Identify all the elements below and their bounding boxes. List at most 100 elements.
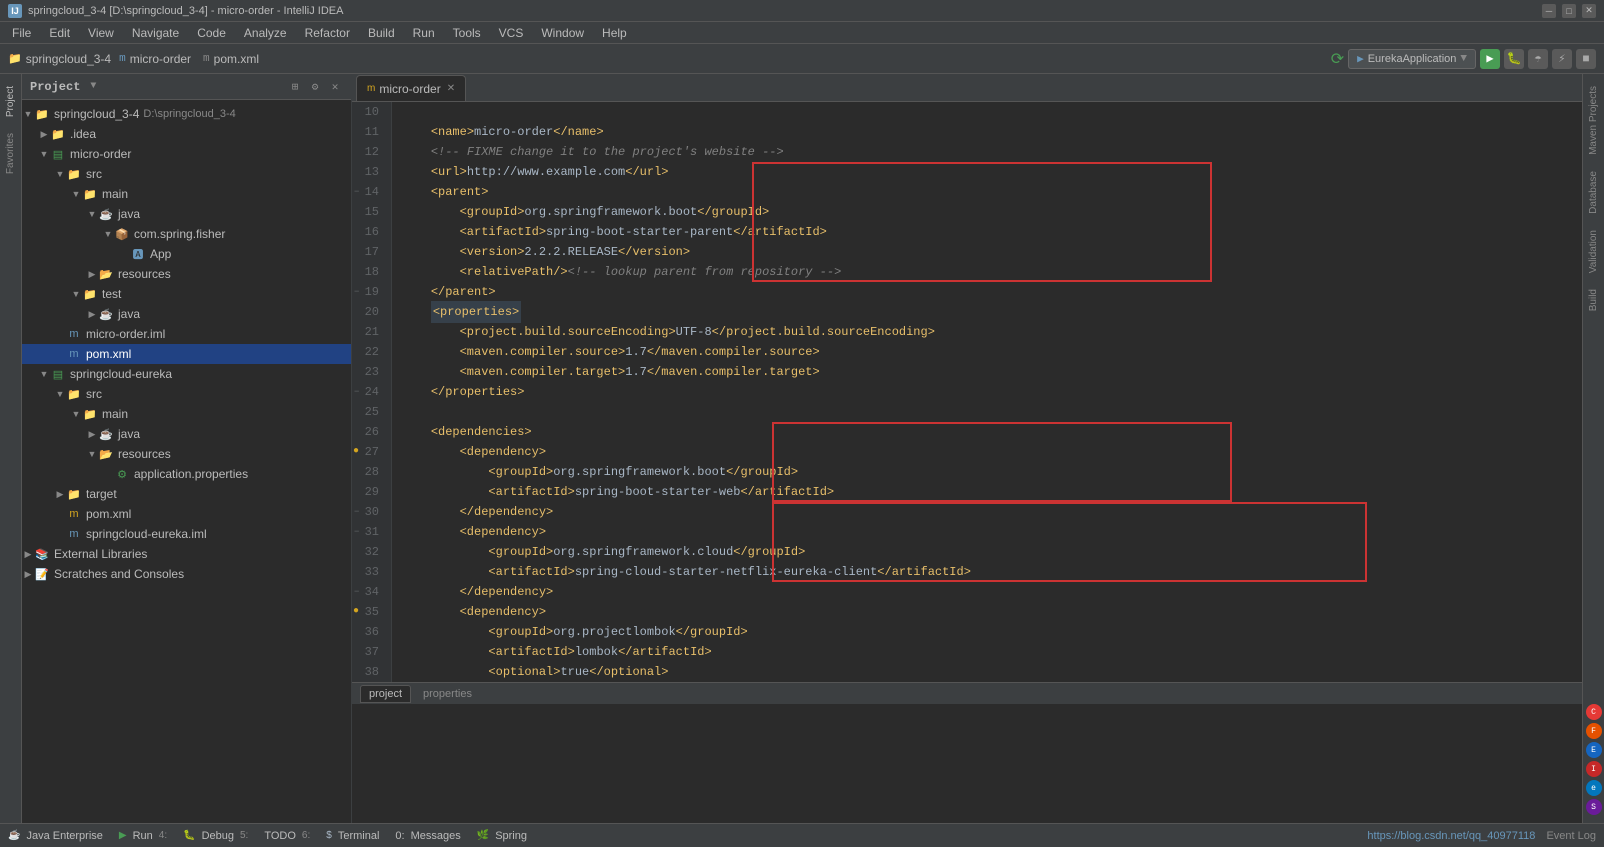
minimize-button[interactable]: ─ bbox=[1542, 4, 1556, 18]
panel-action-gear[interactable]: ⚙ bbox=[307, 79, 323, 95]
code-line-31: <dependency> bbox=[392, 522, 1582, 542]
tree-item-test[interactable]: ▼ 📁 test bbox=[22, 284, 351, 304]
tree-item-eureka-java[interactable]: ▶ ☕ java bbox=[22, 424, 351, 444]
menu-navigate[interactable]: Navigate bbox=[124, 24, 187, 42]
menu-file[interactable]: File bbox=[4, 24, 39, 42]
browser-chrome-icon[interactable]: C bbox=[1586, 704, 1602, 720]
status-terminal[interactable]: $ Terminal bbox=[326, 830, 379, 842]
tree-item-eureka-iml[interactable]: ▶ m springcloud-eureka.iml bbox=[22, 524, 351, 544]
vtab-build[interactable]: Build bbox=[1585, 281, 1602, 319]
status-bar: ☕ Java Enterprise ▶ Run 4: 🐛 Debug 5: TO… bbox=[0, 823, 1604, 847]
status-url: https://blog.csdn.net/qq_40977118 Event … bbox=[1367, 830, 1596, 842]
status-messages[interactable]: 0: Messages bbox=[395, 830, 460, 842]
status-todo[interactable]: TODO 6: bbox=[264, 830, 310, 842]
menu-run[interactable]: Run bbox=[405, 24, 443, 42]
menu-code[interactable]: Code bbox=[189, 24, 234, 42]
menu-vcs[interactable]: VCS bbox=[491, 24, 532, 42]
tree-item-eureka-src[interactable]: ▼ 📁 src bbox=[22, 384, 351, 404]
tree-item-external[interactable]: ▶ 📚 External Libraries bbox=[22, 544, 351, 564]
menu-analyze[interactable]: Analyze bbox=[236, 24, 295, 42]
vtab-maven[interactable]: Maven Projects bbox=[1585, 78, 1602, 163]
code-line-23: <maven.compiler.target>1.7</maven.compil… bbox=[392, 362, 1582, 382]
tree-item-eureka-resources[interactable]: ▼ 📂 resources bbox=[22, 444, 351, 464]
icon-eureka-iml: m bbox=[66, 526, 82, 542]
status-spring[interactable]: 🌿 Spring bbox=[477, 830, 527, 842]
tab-micro-order[interactable]: m micro-order ✕ bbox=[356, 75, 466, 101]
code-line-38: <optional>true</optional> bbox=[392, 662, 1582, 682]
tree-item-main[interactable]: ▼ 📁 main bbox=[22, 184, 351, 204]
browser-ie-icon[interactable]: I bbox=[1586, 761, 1602, 777]
tree-item-resources[interactable]: ▶ 📂 resources bbox=[22, 264, 351, 284]
ln-14: −14 bbox=[352, 182, 385, 202]
filename-java: java bbox=[118, 207, 140, 221]
menu-help[interactable]: Help bbox=[594, 24, 635, 42]
ln-23: 23 bbox=[352, 362, 385, 382]
code-line-18: <relativePath/> <!-- lookup parent from … bbox=[392, 262, 1582, 282]
tree-item-springcloud[interactable]: ▼ 📁 springcloud_3-4 D:\springcloud_3-4 bbox=[22, 104, 351, 124]
browser-explorer-icon[interactable]: e bbox=[1586, 780, 1602, 796]
right-tools: Maven Projects Database Validation Build… bbox=[1582, 74, 1604, 823]
debug-button[interactable]: 🐛 bbox=[1504, 49, 1524, 69]
ln-31: −31 bbox=[352, 522, 385, 542]
vtab-favorites[interactable]: Favorites bbox=[2, 125, 19, 182]
sync-icon[interactable]: ⟳ bbox=[1331, 49, 1344, 69]
tree-item-pom2[interactable]: ▶ m pom.xml bbox=[22, 504, 351, 524]
code-line-10 bbox=[392, 102, 1582, 122]
browser-icons-area: C F E I e S bbox=[1586, 700, 1602, 819]
code-line-20: <properties> bbox=[392, 302, 1582, 322]
maximize-button[interactable]: □ bbox=[1562, 4, 1576, 18]
arrow-eureka: ▼ bbox=[38, 369, 50, 379]
tree-item-micro-order-iml[interactable]: ▶ m micro-order.iml bbox=[22, 324, 351, 344]
tree-item-app-props[interactable]: ▶ ⚙ application.properties bbox=[22, 464, 351, 484]
menu-view[interactable]: View bbox=[80, 24, 122, 42]
tree-item-test-java[interactable]: ▶ ☕ java bbox=[22, 304, 351, 324]
tree-item-micro-order[interactable]: ▼ ▤ micro-order bbox=[22, 144, 351, 164]
tree-item-package[interactable]: ▼ 📦 com.spring.fisher bbox=[22, 224, 351, 244]
run-config-selector[interactable]: ▶ EurekaApplication ▼ bbox=[1348, 49, 1476, 69]
browser-edge-icon[interactable]: E bbox=[1586, 742, 1602, 758]
tree-item-src[interactable]: ▼ 📁 src bbox=[22, 164, 351, 184]
bottom-tab-properties[interactable]: properties bbox=[415, 686, 480, 702]
ln-30: −30 bbox=[352, 502, 385, 522]
menu-refactor[interactable]: Refactor bbox=[297, 24, 358, 42]
status-debug[interactable]: 🐛 Debug 5: bbox=[183, 830, 248, 842]
filepath-springcloud: D:\springcloud_3-4 bbox=[143, 108, 235, 120]
close-button[interactable]: ✕ bbox=[1582, 4, 1596, 18]
filename-eureka-java: java bbox=[118, 427, 140, 441]
vtab-database[interactable]: Database bbox=[1585, 163, 1602, 222]
panel-action-layout[interactable]: ⊞ bbox=[287, 79, 303, 95]
code-content[interactable]: <name>micro-order</name> <!-- FIXME chan… bbox=[392, 102, 1582, 682]
panel-action-close[interactable]: ✕ bbox=[327, 79, 343, 95]
ln-11: 11 bbox=[352, 122, 385, 142]
menu-edit[interactable]: Edit bbox=[41, 24, 78, 42]
stop-button[interactable]: ■ bbox=[1576, 49, 1596, 69]
tree-item-idea[interactable]: ▶ 📁 .idea bbox=[22, 124, 351, 144]
tree-item-scratches[interactable]: ▶ 📝 Scratches and Consoles bbox=[22, 564, 351, 584]
tree-item-java[interactable]: ▼ ☕ java bbox=[22, 204, 351, 224]
menu-window[interactable]: Window bbox=[533, 24, 592, 42]
ln-12: 12 bbox=[352, 142, 385, 162]
event-log-label[interactable]: Event Log bbox=[1546, 830, 1596, 842]
menu-build[interactable]: Build bbox=[360, 24, 403, 42]
status-java-enterprise[interactable]: ☕ Java Enterprise bbox=[8, 830, 103, 842]
vtab-validation[interactable]: Validation bbox=[1585, 222, 1602, 281]
tree-item-eureka[interactable]: ▼ ▤ springcloud-eureka bbox=[22, 364, 351, 384]
tree-item-eureka-main[interactable]: ▼ 📁 main bbox=[22, 404, 351, 424]
browser-safari-icon[interactable]: S bbox=[1586, 799, 1602, 815]
coverage-button[interactable]: ☂ bbox=[1528, 49, 1548, 69]
run-button[interactable]: ▶ bbox=[1480, 49, 1500, 69]
tab-close[interactable]: ✕ bbox=[447, 83, 455, 94]
status-run[interactable]: ▶ Run 4: bbox=[119, 830, 167, 842]
code-line-13: <url>http://www.example.com</url> bbox=[392, 162, 1582, 182]
profile-button[interactable]: ⚡ bbox=[1552, 49, 1572, 69]
browser-firefox-icon[interactable]: F bbox=[1586, 723, 1602, 739]
tree-item-target[interactable]: ▶ 📁 target bbox=[22, 484, 351, 504]
vtab-project[interactable]: Project bbox=[2, 78, 19, 125]
filename-scratches: Scratches and Consoles bbox=[54, 567, 184, 581]
bottom-tab-project[interactable]: project bbox=[360, 685, 411, 703]
arrow-micro-order: ▼ bbox=[38, 149, 50, 159]
menu-tools[interactable]: Tools bbox=[445, 24, 489, 42]
ln-19: −19 bbox=[352, 282, 385, 302]
tree-item-app[interactable]: ▶ 🅰 App bbox=[22, 244, 351, 264]
tree-item-pom-xml[interactable]: ▶ m pom.xml bbox=[22, 344, 351, 364]
